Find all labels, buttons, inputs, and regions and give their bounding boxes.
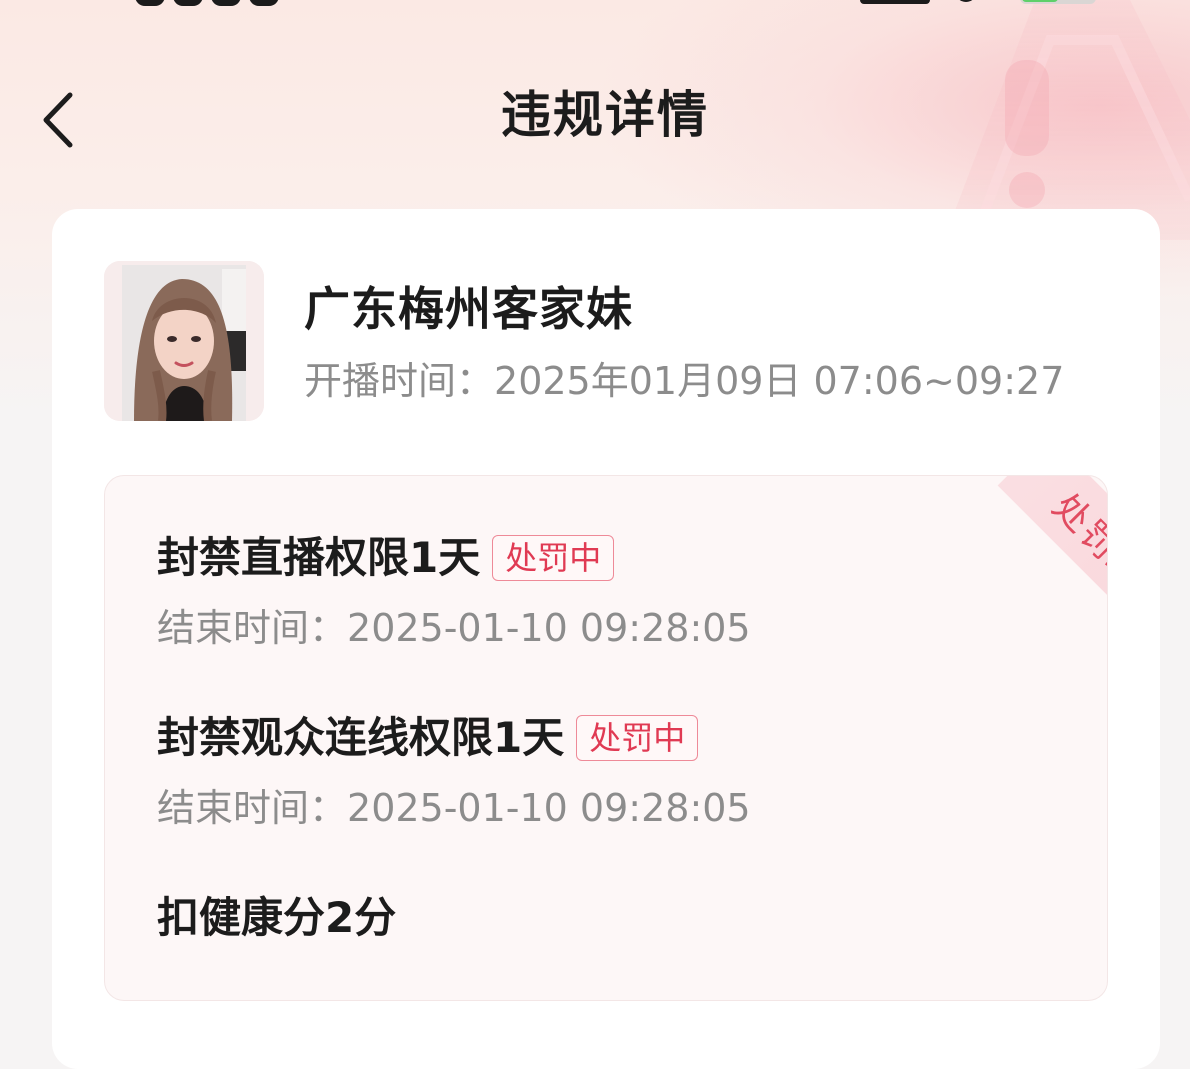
status-badge: 处罚中 bbox=[576, 715, 699, 761]
broadcast-time-value: 2025年01月09日 07:06~09:27 bbox=[494, 359, 1065, 403]
penalty-item: 封禁观众连线权限1天 处罚中 bbox=[157, 708, 699, 768]
navigation-bar: 违规详情 bbox=[0, 60, 1190, 170]
penalty-result-panel: 处罚结果 封禁直播权限1天 处罚中 结束时间：2025-01-10 09:28:0… bbox=[104, 475, 1108, 1001]
penalty-title: 封禁直播权限1天 bbox=[157, 533, 481, 582]
penalty-title: 封禁观众连线权限1天 bbox=[157, 713, 565, 762]
penalty-item: 扣健康分2分 bbox=[157, 888, 396, 948]
avatar bbox=[104, 261, 264, 421]
status-badge: 处罚中 bbox=[492, 535, 615, 581]
penalty-end-time: 结束时间：2025-01-10 09:28:05 bbox=[157, 782, 751, 834]
wifi-icon bbox=[955, 0, 977, 2]
end-time-label: 结束时间： bbox=[157, 786, 348, 830]
penalty-title: 扣健康分2分 bbox=[157, 893, 397, 942]
page-title: 违规详情 bbox=[501, 86, 709, 144]
streamer-name: 广东梅州客家妹 bbox=[304, 282, 633, 336]
result-ribbon: 处罚结果 bbox=[965, 476, 1108, 686]
back-button[interactable] bbox=[30, 85, 90, 155]
ribbon-label: 处罚结果 bbox=[1044, 486, 1108, 623]
end-time-value: 2025-01-10 09:28:05 bbox=[347, 606, 751, 650]
end-time-value: 2025-01-10 09:28:05 bbox=[347, 786, 751, 830]
end-time-label: 结束时间： bbox=[157, 606, 348, 650]
cellular-signal-icon bbox=[860, 0, 930, 4]
chevron-left-icon bbox=[43, 92, 73, 148]
broadcast-time-label: 开播时间： bbox=[304, 359, 495, 403]
broadcast-time: 开播时间：2025年01月09日 07:06~09:27 bbox=[304, 355, 1064, 407]
penalty-end-time: 结束时间：2025-01-10 09:28:05 bbox=[157, 602, 751, 654]
battery-icon bbox=[1020, 0, 1096, 4]
status-time bbox=[135, 0, 325, 8]
status-bar bbox=[0, 0, 1190, 10]
penalty-item: 封禁直播权限1天 处罚中 bbox=[157, 528, 615, 588]
violation-card: 广东梅州客家妹 开播时间：2025年01月09日 07:06~09:27 处罚结… bbox=[52, 209, 1160, 1069]
